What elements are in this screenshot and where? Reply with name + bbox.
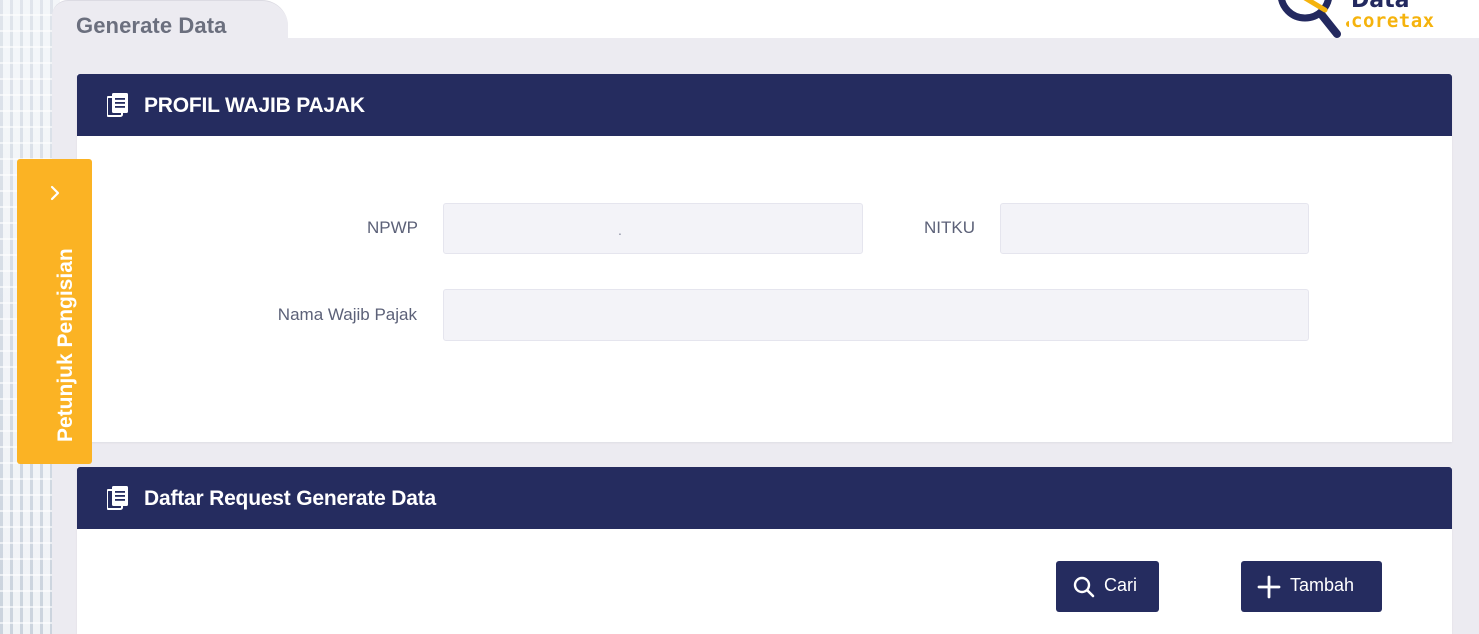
- coretax-logo: Data coretax: [1269, 0, 1459, 40]
- magnifier-logo-icon: [1278, 0, 1349, 38]
- document-icon: [107, 93, 128, 117]
- filling-guide-tab[interactable]: Petunjuk Pengisian: [17, 159, 92, 464]
- search-button-label: Cari: [1104, 575, 1138, 595]
- npwp-value: .: [618, 222, 622, 238]
- profile-card-header: PROFIL WAJIB PAJAK: [77, 74, 1452, 136]
- nama-wajib-pajak-label: Nama Wajib Pajak: [277, 305, 417, 324]
- plus-icon: [1257, 575, 1281, 599]
- search-icon: [1073, 576, 1095, 598]
- npwp-label: NPWP: [367, 218, 418, 237]
- nitku-field[interactable]: [1000, 203, 1309, 254]
- tab-generate-data[interactable]: Generate Data: [52, 0, 288, 41]
- logo-text: coretax: [1351, 10, 1435, 32]
- request-card-header: Daftar Request Generate Data: [77, 467, 1452, 529]
- document-icon: [107, 486, 128, 510]
- tab-label: Generate Data: [76, 13, 227, 38]
- add-button[interactable]: Tambah: [1241, 561, 1382, 612]
- filling-guide-label: Petunjuk Pengisian: [54, 248, 77, 442]
- nitku-label: NITKU: [924, 218, 975, 237]
- nama-wajib-pajak-field[interactable]: [443, 289, 1309, 341]
- request-card-title: Daftar Request Generate Data: [144, 487, 436, 510]
- profile-card: PROFIL WAJIB PAJAK NPWP . NITKU Nama Waj…: [77, 74, 1452, 442]
- add-button-label: Tambah: [1290, 575, 1355, 595]
- search-button[interactable]: Cari: [1056, 561, 1159, 612]
- profile-card-title: PROFIL WAJIB PAJAK: [144, 94, 365, 117]
- chevron-right-icon: [50, 185, 60, 201]
- npwp-field[interactable]: .: [443, 203, 863, 254]
